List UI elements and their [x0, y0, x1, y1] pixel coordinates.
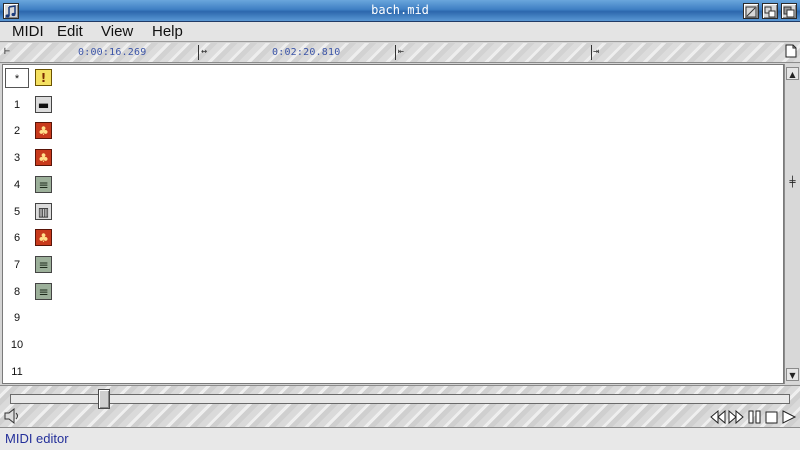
rewind-icon[interactable]	[710, 409, 726, 425]
metronome-icon[interactable]: !	[35, 69, 52, 86]
piano-icon[interactable]: ▬	[35, 95, 52, 113]
track-number[interactable]: 1	[5, 95, 29, 115]
track-row[interactable]: *!	[3, 65, 783, 91]
track-row[interactable]: 10	[3, 332, 783, 358]
menu-view[interactable]: View	[101, 23, 133, 40]
document-icon[interactable]	[784, 44, 798, 60]
track-row[interactable]: 4 ≡	[3, 172, 783, 198]
flute-icon[interactable]: ≡	[35, 175, 52, 193]
menu-edit[interactable]: Edit	[57, 23, 83, 40]
track-number[interactable]: 9	[5, 308, 29, 328]
position-slider-thumb[interactable]	[97, 389, 110, 409]
length-marker-icon[interactable]: ↔	[201, 45, 207, 59]
track-list[interactable]: *! 1 ▬ 2 ♣ 3 ♣ 4 ≡ 5 ▥ 6 ♣ 7 ≡ 8 ≡ 9 10 11	[2, 64, 784, 384]
track-row[interactable]: 7 ≡	[3, 252, 783, 278]
vertical-scrollbar[interactable]: ▲ ╪ ▼	[784, 64, 800, 384]
keyboard-icon[interactable]: ▥	[35, 202, 52, 220]
ruler-divider	[395, 45, 396, 60]
zoom-icon[interactable]	[743, 3, 759, 19]
window-title: bach.mid	[371, 3, 429, 17]
loop-end-icon[interactable]: ⇥	[593, 45, 599, 59]
ruler-divider	[198, 45, 199, 60]
title-bar[interactable]: bach.mid	[0, 0, 800, 22]
track-row[interactable]: 5 ▥	[3, 199, 783, 225]
menu-bar: MIDI Edit View Help	[0, 22, 800, 42]
menu-midi[interactable]: MIDI	[12, 23, 44, 40]
status-bar: MIDI editor	[0, 427, 800, 450]
track-row[interactable]: 8 ≡	[3, 279, 783, 305]
track-number[interactable]: 4	[5, 175, 29, 195]
track-number[interactable]: 11	[5, 362, 29, 382]
iconify-icon[interactable]	[762, 3, 778, 19]
depth-icon[interactable]	[781, 3, 797, 19]
scroll-down-icon[interactable]: ▼	[786, 368, 799, 381]
track-number[interactable]: 7	[5, 255, 29, 275]
track-row[interactable]: 11	[3, 359, 783, 383]
midi-editor-window: bach.mid MIDI Edit View Help ⊢ 0:00:16.2…	[0, 0, 800, 450]
start-marker-icon[interactable]: ⊢	[4, 45, 10, 59]
track-number[interactable]: 3	[5, 148, 29, 168]
pause-icon[interactable]	[747, 409, 763, 425]
timeline-ruler[interactable]: ⊢ 0:00:16.269 ↔ 0:02:20.810 ⇤ ⇥	[0, 43, 800, 63]
speaker-icon[interactable]	[3, 407, 21, 425]
menu-help[interactable]: Help	[152, 23, 183, 40]
stop-icon[interactable]	[764, 409, 780, 425]
track-number[interactable]: *	[5, 68, 29, 88]
track-number[interactable]: 8	[5, 282, 29, 302]
track-row[interactable]: 3 ♣	[3, 145, 783, 171]
flute-icon[interactable]: ≡	[35, 255, 52, 273]
loop-start-icon[interactable]: ⇤	[398, 45, 404, 59]
status-text: MIDI editor	[5, 431, 69, 446]
current-time: 0:00:16.269	[78, 47, 147, 58]
track-row[interactable]: 9	[3, 305, 783, 331]
track-number[interactable]: 10	[5, 335, 29, 355]
track-number[interactable]: 2	[5, 121, 29, 141]
flute-icon[interactable]: ≡	[35, 282, 52, 300]
scroll-up-icon[interactable]: ▲	[786, 67, 799, 80]
track-row[interactable]: 1 ▬	[3, 92, 783, 118]
scroll-grip-icon[interactable]: ╪	[786, 176, 799, 189]
guitar-icon[interactable]: ♣	[35, 149, 52, 167]
track-row[interactable]: 2 ♣	[3, 118, 783, 144]
fast-forward-icon[interactable]	[728, 409, 744, 425]
track-number[interactable]: 6	[5, 228, 29, 248]
total-time: 0:02:20.810	[272, 47, 341, 58]
play-icon[interactable]	[781, 409, 797, 425]
track-row[interactable]: 6 ♣	[3, 225, 783, 251]
transport-area	[0, 385, 800, 427]
guitar-icon[interactable]: ♣	[35, 229, 52, 247]
ruler-divider	[591, 45, 592, 60]
track-number[interactable]: 5	[5, 202, 29, 222]
guitar-icon[interactable]: ♣	[35, 122, 52, 140]
position-slider-track[interactable]	[10, 394, 790, 404]
